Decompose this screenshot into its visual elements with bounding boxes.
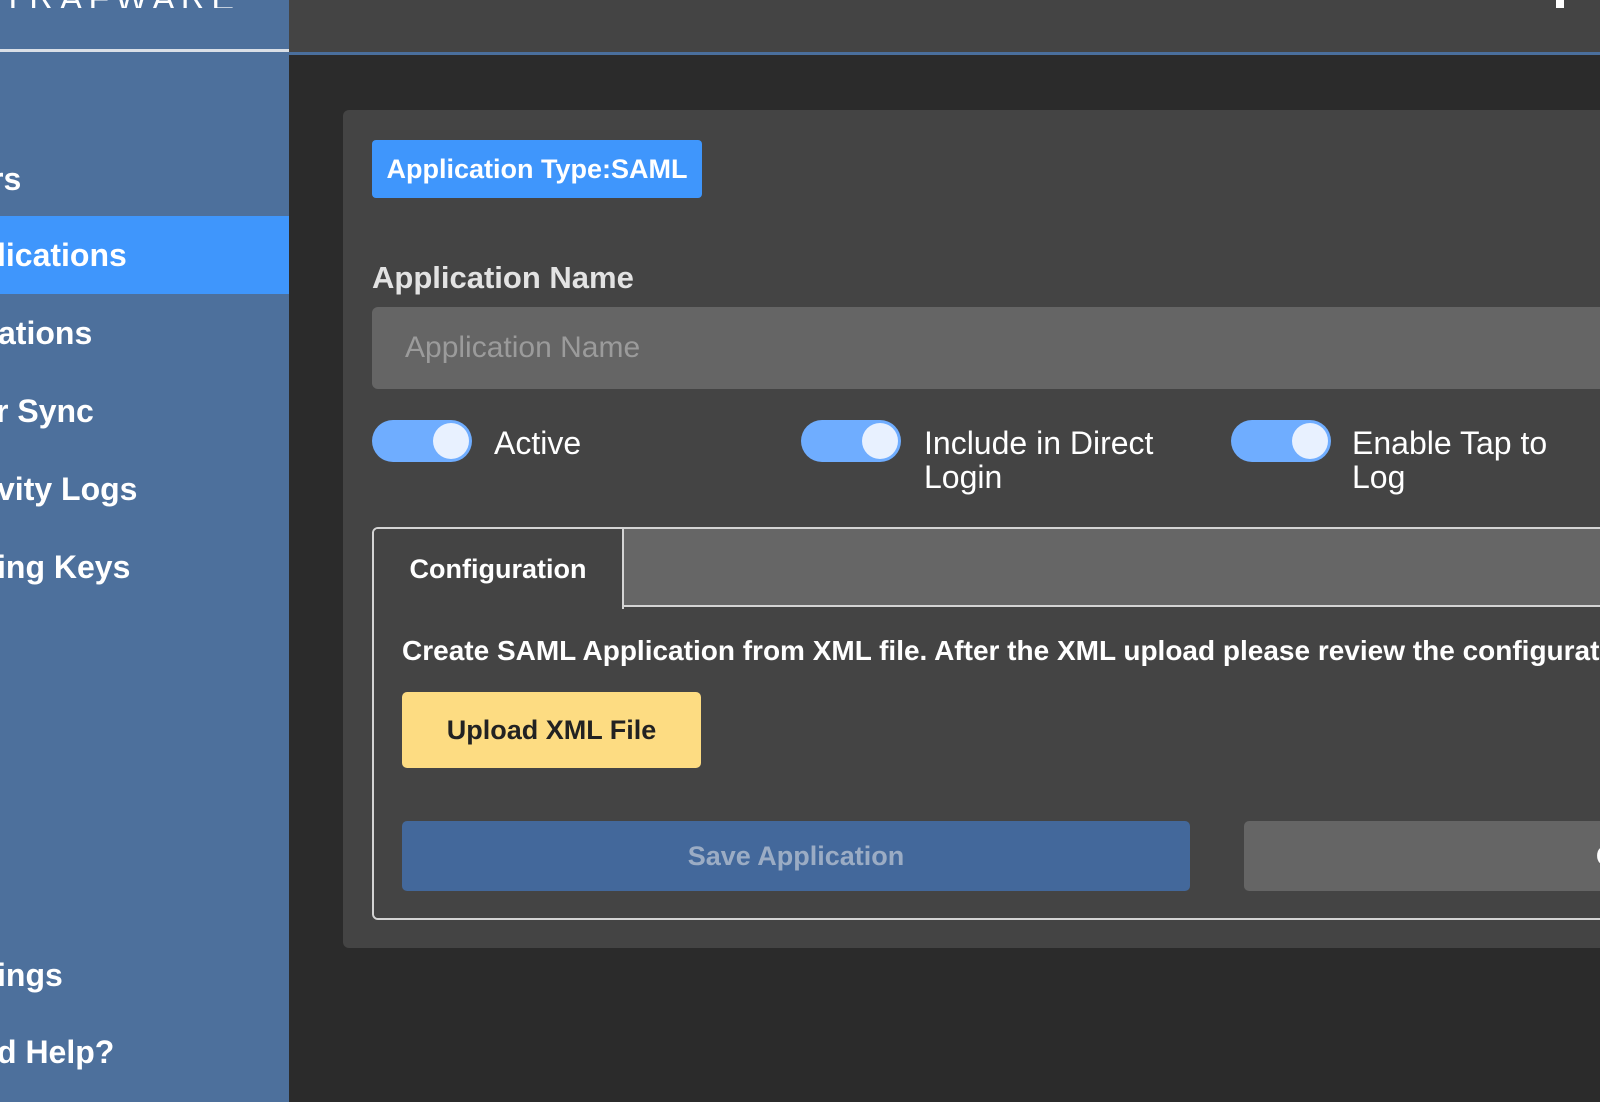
sidebar-item-activity-logs[interactable]: vity Logs <box>0 450 289 528</box>
sidebar-item-label: d Help? <box>0 1033 115 1070</box>
configuration-description: Create SAML Application from XML file. A… <box>402 635 1600 666</box>
toggle-knob <box>433 423 469 459</box>
sidebar-item-label: vity Logs <box>0 470 138 507</box>
tab-configuration[interactable]: Configuration <box>374 529 624 609</box>
sidebar-item-label: r Sync <box>0 392 94 429</box>
configuration-panel: Configuration Create SAML Application fr… <box>372 527 1600 920</box>
upload-xml-button[interactable]: Upload XML File <box>402 692 701 768</box>
sidebar-item-label: rs <box>0 160 22 197</box>
sidebar: TRAFWARE rs lications ations r Sync vity… <box>0 0 289 1102</box>
top-bar <box>289 0 1600 55</box>
sidebar-item-user-sync[interactable]: r Sync <box>0 372 289 450</box>
sidebar-item-settings[interactable]: ings <box>0 936 289 1014</box>
sidebar-item-applications[interactable]: lications <box>0 216 289 294</box>
toggle-knob <box>1292 423 1328 459</box>
sidebar-item-label: ations <box>0 314 93 351</box>
logo-area: TRAFWARE <box>0 0 289 52</box>
active-toggle-label: Active <box>494 425 582 461</box>
include-direct-login-toggle[interactable] <box>801 420 901 462</box>
sidebar-item-label: ing Keys <box>0 548 131 585</box>
active-toggle[interactable] <box>372 420 472 462</box>
brand-logo[interactable]: TRAFWARE <box>0 0 240 8</box>
enable-tap-to-login-toggle[interactable] <box>1231 420 1331 462</box>
cancel-button[interactable]: C <box>1244 821 1600 891</box>
sidebar-item-signing-keys[interactable]: ing Keys <box>0 528 289 606</box>
include-direct-login-label: Include in Direct Login <box>924 425 1154 495</box>
configuration-body: Create SAML Application from XML file. A… <box>374 609 1600 918</box>
application-name-label: Application Name <box>372 260 634 295</box>
enable-tap-to-login-label: Enable Tap to Log <box>1352 425 1548 495</box>
header-menu-fragment[interactable] <box>1556 0 1564 8</box>
sidebar-item-label: ings <box>0 956 63 993</box>
application-name-input[interactable] <box>372 307 1600 389</box>
tab-strip: Configuration <box>374 529 1600 609</box>
save-application-button[interactable]: Save Application <box>402 821 1190 891</box>
sidebar-item-label: lications <box>0 236 127 273</box>
cancel-button-label: C <box>1596 841 1600 872</box>
sidebar-item-need-help[interactable]: d Help? <box>0 1013 289 1091</box>
toggle-knob <box>862 423 898 459</box>
sidebar-item-users[interactable]: rs <box>0 140 289 218</box>
application-type-badge: Application Type:SAML <box>372 140 702 198</box>
sidebar-item-integrations[interactable]: ations <box>0 294 289 372</box>
